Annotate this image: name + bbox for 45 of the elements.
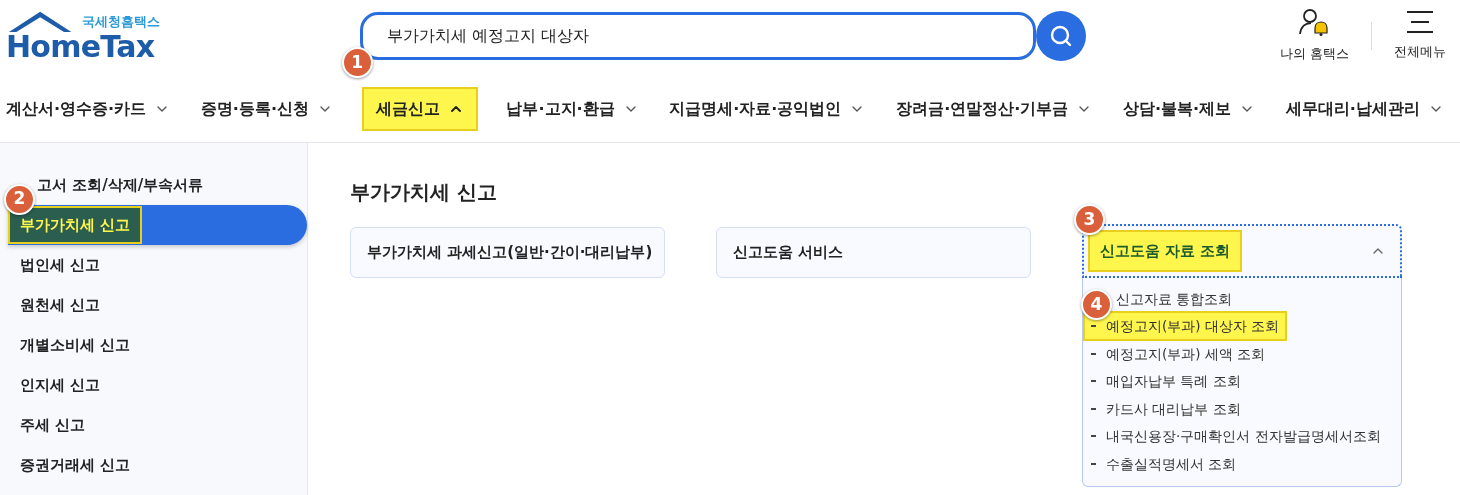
nav-menu-item[interactable]: 증명·등록·신청 bbox=[198, 89, 335, 129]
sub-menu-link[interactable]: 매입자납부 특례 조회 bbox=[1106, 371, 1241, 392]
sub-menu-link[interactable]: 예정고지(부과) 세액 조회 bbox=[1106, 343, 1266, 364]
nav-menu-item[interactable]: 납부·고지·환급 bbox=[504, 89, 641, 129]
accordion-title: 신고도움 자료 조회 bbox=[1088, 229, 1243, 273]
user-bell-icon bbox=[1298, 8, 1331, 37]
step-badge: 4 bbox=[1081, 289, 1112, 321]
bullet-icon bbox=[1091, 325, 1096, 328]
all-menu-button[interactable]: 전체메뉴 bbox=[1386, 10, 1454, 62]
step-badge: 1 bbox=[341, 47, 373, 78]
step-badge: 3 bbox=[1074, 204, 1105, 235]
sidebar-item[interactable]: 법인세 신고 bbox=[0, 253, 101, 277]
bullet-icon bbox=[1091, 462, 1096, 465]
step-badge: 2 bbox=[4, 183, 35, 215]
bullet-icon bbox=[1091, 407, 1096, 410]
nav-menu-item[interactable]: 상담·불복·제보 bbox=[1121, 89, 1258, 129]
sidebar-item[interactable]: 고서 조회/삭제/부속서류 bbox=[35, 173, 204, 197]
sidebar-item[interactable]: 인지세 신고 bbox=[0, 373, 101, 397]
bullet-icon bbox=[1091, 352, 1096, 355]
nav-menu-item[interactable]: 계산서·영수증·카드 bbox=[4, 89, 173, 129]
bullet-icon bbox=[1091, 435, 1096, 438]
sub-menu-link[interactable]: 수출실적명세서 조회 bbox=[1106, 453, 1237, 474]
sub-menu-link[interactable]: 신고자료 통합조회 bbox=[1116, 288, 1233, 309]
search-button[interactable] bbox=[1036, 11, 1086, 61]
sidebar-item[interactable]: 개별소비세 신고 bbox=[0, 333, 131, 357]
service-card[interactable]: 부가가치세 과세신고(일반·간이·대리납부) bbox=[350, 227, 665, 278]
search-field[interactable]: 부가가치세 예정고지 대상자 bbox=[360, 12, 1036, 60]
sidebar-item[interactable]: 부가가치세 신고 bbox=[8, 205, 143, 245]
sidebar-item[interactable]: 증권거래세 신고 bbox=[0, 453, 131, 477]
sidebar-item[interactable]: 원천세 신고 bbox=[0, 293, 101, 317]
my-hometax-button[interactable]: 나의 홈택스 bbox=[1271, 8, 1357, 64]
sub-menu-link[interactable]: 카드사 대리납부 조회 bbox=[1106, 398, 1241, 419]
sidebar-item[interactable]: 주세 신고 bbox=[0, 413, 86, 437]
nav-menu-item[interactable]: 장려금·연말정산·기부금 bbox=[894, 89, 1095, 129]
menu-icon bbox=[1406, 10, 1434, 35]
sub-menu-link[interactable]: 내국신용장·구매확인서 전자발급명세서조회 bbox=[1106, 426, 1381, 447]
search-icon bbox=[1049, 24, 1073, 48]
nav-menu-item[interactable]: 지급명세·자료·공익법인 bbox=[667, 89, 868, 129]
service-card[interactable]: 신고도움 서비스 bbox=[716, 227, 1031, 278]
bullet-icon bbox=[1091, 380, 1096, 383]
page-title: 부가가치세 신고 bbox=[350, 179, 498, 206]
nav-menu-item[interactable]: 세금신고 bbox=[361, 87, 478, 131]
nav-menu-item[interactable]: 세무대리·납세관리 bbox=[1283, 89, 1446, 129]
accordion-header[interactable]: 신고도움 자료 조회 bbox=[1082, 224, 1402, 278]
hometax-logo[interactable]: 국세청홈택스 HomeTax bbox=[6, 10, 160, 62]
